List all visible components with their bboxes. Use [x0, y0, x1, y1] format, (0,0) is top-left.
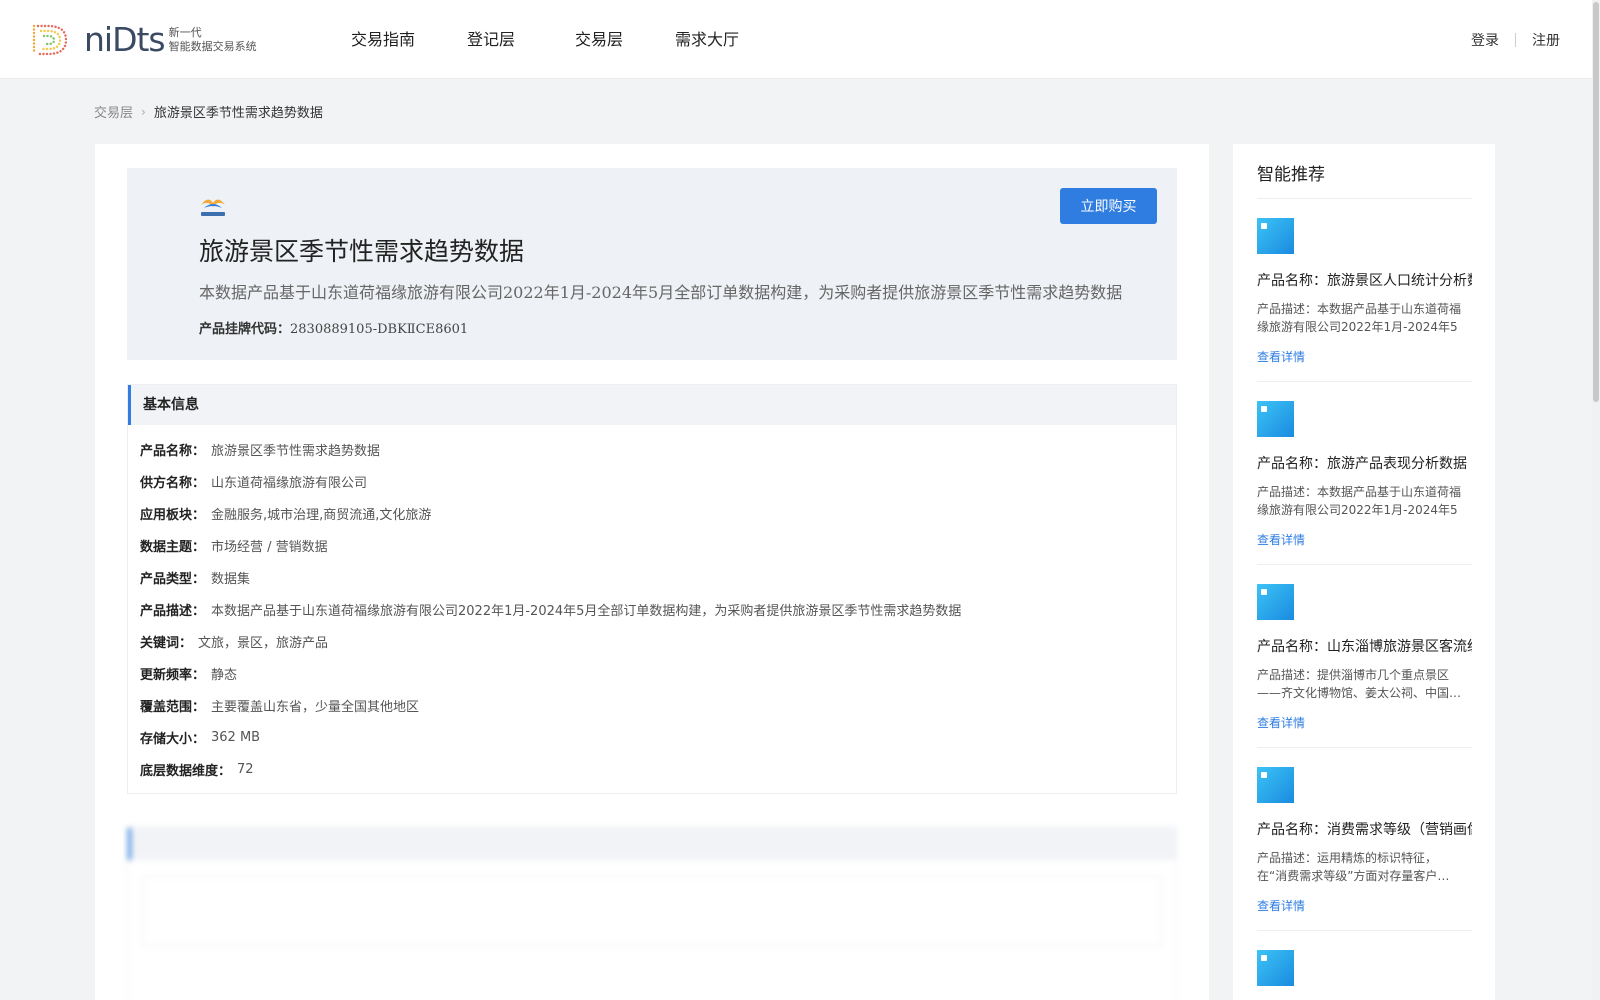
logo-sub-line2: 智能数据交易系统 [168, 40, 257, 53]
nav-trading-guide[interactable]: 交易指南 [340, 0, 426, 79]
info-value: 数据集 [211, 571, 251, 587]
basic-info-section: 基本信息 产品名称： 旅游景区季节性需求趋势数据 供方名称： 山东道荷福缘旅游有限公… [127, 384, 1177, 794]
info-label: 底层数据维度： [140, 763, 232, 779]
info-row-type: 产品类型： 数据集 [128, 561, 1176, 593]
info-row-keywords: 关键词： 文旅，景区，旅游产品 [128, 625, 1176, 657]
recommendation-item[interactable]: 产品名称：山东淄博旅游景区客流统计 产品描述：提供淄博市几个重点景区——齐文化博… [1257, 584, 1472, 748]
nav-trading-layer[interactable]: 交易层 [556, 0, 642, 79]
auth-divider [1515, 33, 1516, 47]
recommendation-desc: 产品描述：本数据产品基于山东道荷福缘旅游有限公司2022年1月-2024年5月… [1257, 302, 1462, 334]
listing-code-label: 产品挂牌代码： [199, 322, 291, 337]
sidebar-divider [1257, 198, 1472, 199]
item-divider [1257, 564, 1472, 565]
basic-info-heading: 基本信息 [128, 385, 1176, 425]
recommendation-sidebar: 智能推荐 产品名称：旅游景区人口统计分析数据 产品描述：本数据产品基于山东道荷福… [1233, 144, 1495, 1000]
info-row-coverage: 覆盖范围： 主要覆盖山东省，少量全国其他地区 [128, 689, 1176, 721]
product-thumbnail[interactable] [1257, 584, 1294, 620]
register-link[interactable]: 注册 [1532, 30, 1560, 50]
recommendation-item[interactable] [1257, 950, 1472, 986]
listing-code-value: 2830889105-DBKⅡCE8601 [290, 322, 469, 337]
buy-now-button[interactable]: 立即购买 [1060, 188, 1157, 224]
product-summary: 本数据产品基于山东道荷福缘旅游有限公司2022年1月-2024年5月全部订单数据… [199, 283, 1123, 302]
view-details-link[interactable]: 查看详情 [1257, 348, 1305, 365]
listing-code: 产品挂牌代码：2830889105-DBKⅡCE8601 [199, 318, 468, 337]
recommendation-name[interactable]: 产品名称：消费需求等级（营销画像） [1257, 819, 1472, 839]
logo-d-icon [32, 24, 68, 56]
info-value: 72 [237, 761, 254, 777]
info-label: 产品描述： [140, 603, 206, 619]
info-label: 产品类型： [140, 571, 206, 587]
product-thumbnail[interactable] [1257, 401, 1294, 437]
info-label: 覆盖范围： [140, 699, 206, 715]
info-value: 旅游景区季节性需求趋势数据 [211, 443, 381, 459]
info-value: 本数据产品基于山东道荷福缘旅游有限公司2022年1月-2024年5月全部订单数据… [211, 603, 962, 619]
recommendation-item[interactable]: 产品名称：旅游产品表现分析数据 产品描述：本数据产品基于山东道荷福缘旅游有限公司… [1257, 401, 1472, 565]
info-row-topic: 数据主题： 市场经营 / 营销数据 [128, 529, 1176, 561]
product-hero: 旅游景区季节性需求趋势数据 本数据产品基于山东道荷福缘旅游有限公司2022年1月… [127, 168, 1177, 360]
breadcrumb-current: 旅游景区季节性需求趋势数据 [153, 106, 323, 121]
nav-demand-hall[interactable]: 需求大厅 [664, 0, 750, 79]
logo-wordmark: niDts [84, 20, 166, 59]
top-header: niDts 新一代 智能数据交易系统 交易指南 登记层 交易层 需求大厅 登录 … [0, 0, 1600, 79]
info-row-supplier: 供方名称： 山东道荷福缘旅游有限公司 [128, 465, 1176, 497]
info-value: 主要覆盖山东省，少量全国其他地区 [211, 699, 420, 715]
main-nav: 交易指南 登记层 交易层 需求大厅 [340, 0, 750, 79]
recommendation-title: 智能推荐 [1257, 165, 1325, 185]
info-row-dimensions: 底层数据维度： 72 [128, 753, 1176, 785]
recommendation-name[interactable]: 产品名称：旅游产品表现分析数据 [1257, 453, 1472, 473]
view-details-link[interactable]: 查看详情 [1257, 531, 1305, 548]
product-thumbnail[interactable] [1257, 767, 1294, 803]
info-label: 应用板块： [140, 507, 206, 523]
scrollbar-thumb[interactable] [1593, 2, 1599, 402]
item-divider [1257, 747, 1472, 748]
recommendation-item[interactable]: 产品名称：旅游景区人口统计分析数据 产品描述：本数据产品基于山东道荷福缘旅游有限… [1257, 218, 1472, 382]
info-label: 存储大小： [140, 731, 206, 747]
product-thumbnail[interactable] [1257, 950, 1294, 986]
info-value: 文旅，景区，旅游产品 [198, 635, 329, 651]
view-details-link[interactable]: 查看详情 [1257, 714, 1305, 731]
login-link[interactable]: 登录 [1471, 30, 1499, 50]
breadcrumb-trading-layer[interactable]: 交易层 [94, 102, 133, 121]
info-row-product-name: 产品名称： 旅游景区季节性需求趋势数据 [128, 433, 1176, 465]
auth-links: 登录 注册 [1471, 30, 1560, 50]
info-row-storage: 存储大小： 362 MB [128, 721, 1176, 753]
blurred-usage-section [127, 827, 1177, 1000]
blurred-heading-bar [128, 828, 1176, 860]
page-scrollbar[interactable] [1592, 0, 1600, 1000]
product-detail-card: 旅游景区季节性需求趋势数据 本数据产品基于山东道荷福缘旅游有限公司2022年1月… [95, 144, 1209, 1000]
nav-registration-layer[interactable]: 登记层 [448, 0, 534, 79]
info-label: 数据主题： [140, 539, 206, 555]
info-value: 市场经营 / 营销数据 [211, 539, 328, 555]
info-row-sector: 应用板块： 金融服务,城市治理,商贸流通,文化旅游 [128, 497, 1176, 529]
info-value: 金融服务,城市治理,商贸流通,文化旅游 [211, 507, 432, 523]
logo-subtitle: 新一代 智能数据交易系统 [169, 26, 257, 54]
info-row-description: 产品描述： 本数据产品基于山东道荷福缘旅游有限公司2022年1月-2024年5月全… [128, 593, 1176, 625]
info-label: 产品名称： [140, 443, 206, 459]
info-label: 供方名称： [140, 475, 206, 491]
item-divider [1257, 930, 1472, 931]
item-divider [1257, 381, 1472, 382]
basic-info-list: 产品名称： 旅游景区季节性需求趋势数据 供方名称： 山东道荷福缘旅游有限公司 应用板… [128, 425, 1176, 785]
product-title: 旅游景区季节性需求趋势数据 [199, 237, 525, 266]
supplier-logo-icon [201, 199, 225, 216]
product-thumbnail[interactable] [1257, 218, 1294, 254]
recommendation-desc: 产品描述：本数据产品基于山东道荷福缘旅游有限公司2022年1月-2024年5月… [1257, 485, 1462, 517]
recommendation-item[interactable]: 产品名称：消费需求等级（营销画像） 产品描述：运用精炼的标识特征，在“消费需求等… [1257, 767, 1472, 931]
logo-sub-line1: 新一代 [168, 26, 202, 39]
info-label: 更新频率： [140, 667, 206, 683]
recommendation-desc: 产品描述：运用精炼的标识特征，在“消费需求等级”方面对存量客户… [1257, 851, 1450, 883]
info-value: 山东道荷福缘旅游有限公司 [211, 475, 368, 491]
breadcrumb: 交易层 › 旅游景区季节性需求趋势数据 [94, 102, 323, 122]
blurred-content-box [142, 876, 1162, 946]
chevron-right-icon: › [141, 104, 146, 119]
site-logo[interactable]: niDts 新一代 智能数据交易系统 [30, 20, 257, 60]
recommendation-name[interactable]: 产品名称：山东淄博旅游景区客流统计 [1257, 636, 1472, 656]
recommendation-desc: 产品描述：提供淄博市几个重点景区——齐文化博物馆、姜太公祠、中国… [1257, 668, 1462, 700]
view-details-link[interactable]: 查看详情 [1257, 897, 1305, 914]
info-row-frequency: 更新频率： 静态 [128, 657, 1176, 689]
recommendation-name[interactable]: 产品名称：旅游景区人口统计分析数据 [1257, 270, 1472, 290]
info-value: 362 MB [211, 729, 261, 745]
info-value: 静态 [211, 667, 238, 683]
info-label: 关键词： [140, 635, 193, 651]
